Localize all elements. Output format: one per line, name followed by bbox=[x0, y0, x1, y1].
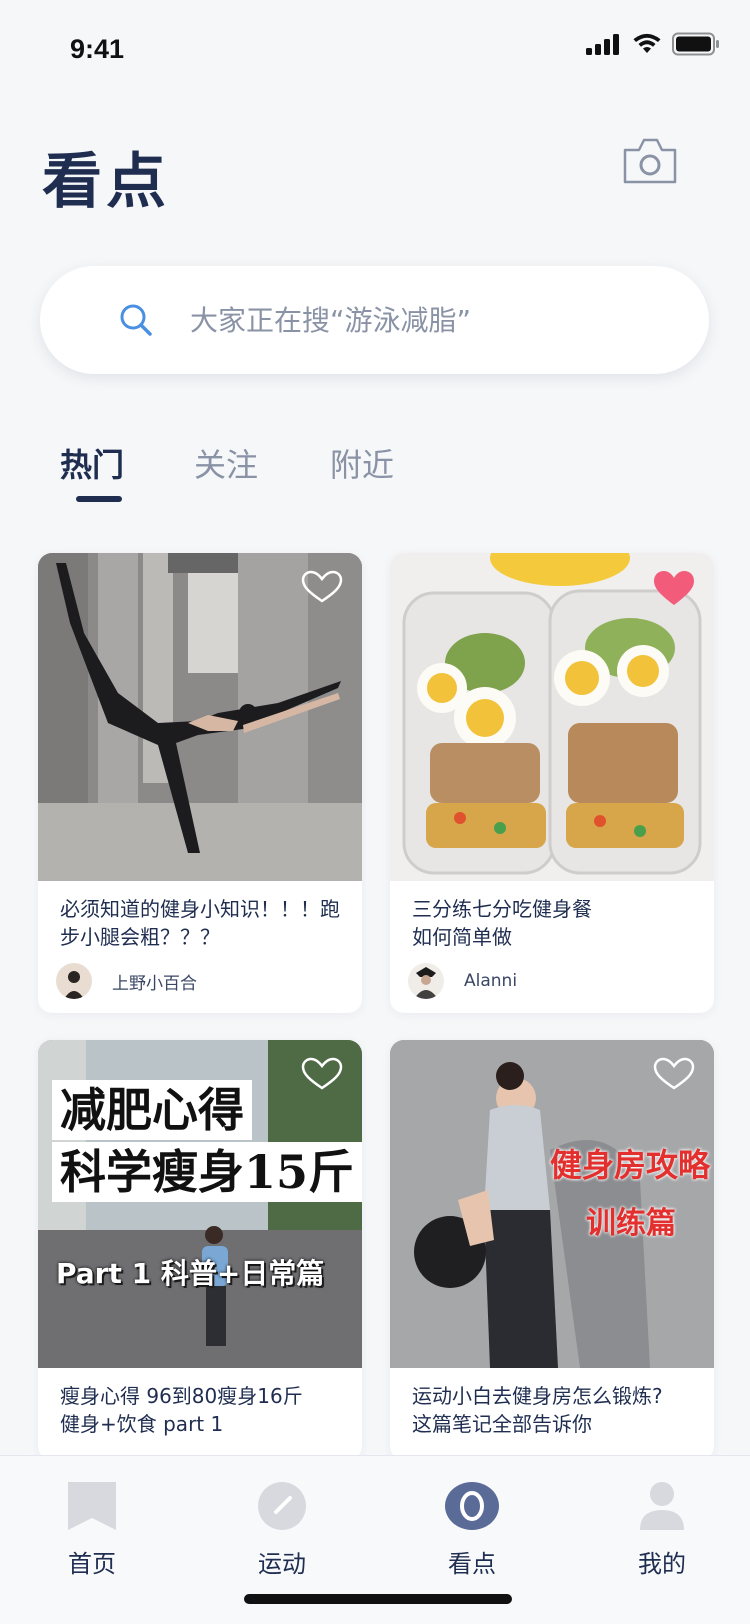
card-image: 减肥心得 科学瘦身15斤 Part 1 科普+日常篇 bbox=[38, 1040, 362, 1368]
search-bar[interactable] bbox=[40, 266, 709, 374]
camera-button[interactable] bbox=[622, 136, 678, 186]
tabbar-label: 我的 bbox=[638, 1550, 686, 1578]
speedometer-icon bbox=[258, 1482, 306, 1530]
feed-card[interactable]: 健身房攻略 训练篇 运动小白去健身房怎么锻炼? 这篇笔记全部告诉你 bbox=[390, 1040, 714, 1460]
overlay-title-line2: 训练篇 bbox=[586, 1206, 676, 1241]
battery-icon bbox=[672, 32, 719, 56]
card-author[interactable]: Alanni bbox=[408, 963, 517, 999]
person-icon bbox=[640, 1482, 684, 1530]
status-bar: 9:41 bbox=[0, 0, 750, 96]
discover-icon bbox=[445, 1482, 499, 1530]
card-title: 瘦身心得 96到80瘦身16斤 健身+饮食 part 1 bbox=[60, 1384, 303, 1436]
tab-hot[interactable]: 热门 bbox=[60, 440, 124, 486]
feed-card[interactable]: 减肥心得 科学瘦身15斤 Part 1 科普+日常篇 瘦身心得 96到80瘦身1… bbox=[38, 1040, 362, 1460]
active-tab-indicator bbox=[76, 496, 122, 502]
like-filled-icon[interactable] bbox=[652, 567, 696, 611]
like-outline-icon[interactable] bbox=[300, 567, 344, 611]
feed-card[interactable]: 三分练七分吃健身餐 如何简单做 Alanni bbox=[390, 553, 714, 1013]
tabbar-item-discover[interactable]: 看点 bbox=[412, 1480, 532, 1579]
card-author[interactable]: 上野小百合 bbox=[56, 963, 197, 999]
overlay-subtitle: Part 1 科普+日常篇 bbox=[56, 1257, 325, 1290]
card-image: 健身房攻略 训练篇 bbox=[390, 1040, 714, 1368]
tab-nearby[interactable]: 附近 bbox=[330, 440, 394, 486]
status-time: 9:41 bbox=[70, 34, 125, 64]
author-name: Alanni bbox=[464, 971, 518, 991]
overlay-title-line1: 健身房攻略 bbox=[550, 1146, 711, 1184]
like-outline-icon[interactable] bbox=[300, 1054, 344, 1098]
overlay-title-line1: 减肥心得 bbox=[60, 1083, 244, 1137]
like-outline-icon[interactable] bbox=[652, 1054, 696, 1098]
home-indicator bbox=[244, 1594, 512, 1604]
bookmark-icon bbox=[68, 1482, 116, 1530]
card-image bbox=[390, 553, 714, 881]
overlay-title-line2: 科学瘦身15斤 bbox=[60, 1145, 355, 1199]
tabbar-item-sport[interactable]: 运动 bbox=[222, 1480, 342, 1579]
card-image bbox=[38, 553, 362, 881]
signal-icon bbox=[586, 34, 619, 55]
card-title: 必须知道的健身小知识！！！跑 步小腿会粗？？？ bbox=[60, 897, 340, 949]
tabbar-label: 看点 bbox=[448, 1550, 496, 1578]
page-title: 看点 bbox=[42, 147, 170, 217]
avatar bbox=[56, 963, 92, 999]
tabbar-item-home[interactable]: 首页 bbox=[32, 1480, 152, 1579]
tabbar-label: 运动 bbox=[258, 1550, 306, 1578]
feed-card[interactable]: 必须知道的健身小知识！！！跑 步小腿会粗？？？ 上野小百合 bbox=[38, 553, 362, 1013]
wifi-icon bbox=[633, 33, 661, 53]
avatar bbox=[408, 963, 444, 999]
tabbar-label: 首页 bbox=[68, 1550, 116, 1578]
status-icons bbox=[586, 32, 720, 56]
search-input[interactable] bbox=[190, 266, 670, 374]
search-icon bbox=[120, 304, 152, 336]
card-title: 运动小白去健身房怎么锻炼? 这篇笔记全部告诉你 bbox=[412, 1384, 663, 1436]
camera-icon bbox=[623, 138, 677, 184]
author-name: 上野小百合 bbox=[112, 973, 197, 994]
tabbar-item-me[interactable]: 我的 bbox=[602, 1480, 722, 1579]
tab-following[interactable]: 关注 bbox=[194, 440, 258, 486]
card-title: 三分练七分吃健身餐 如何简单做 bbox=[412, 897, 592, 949]
